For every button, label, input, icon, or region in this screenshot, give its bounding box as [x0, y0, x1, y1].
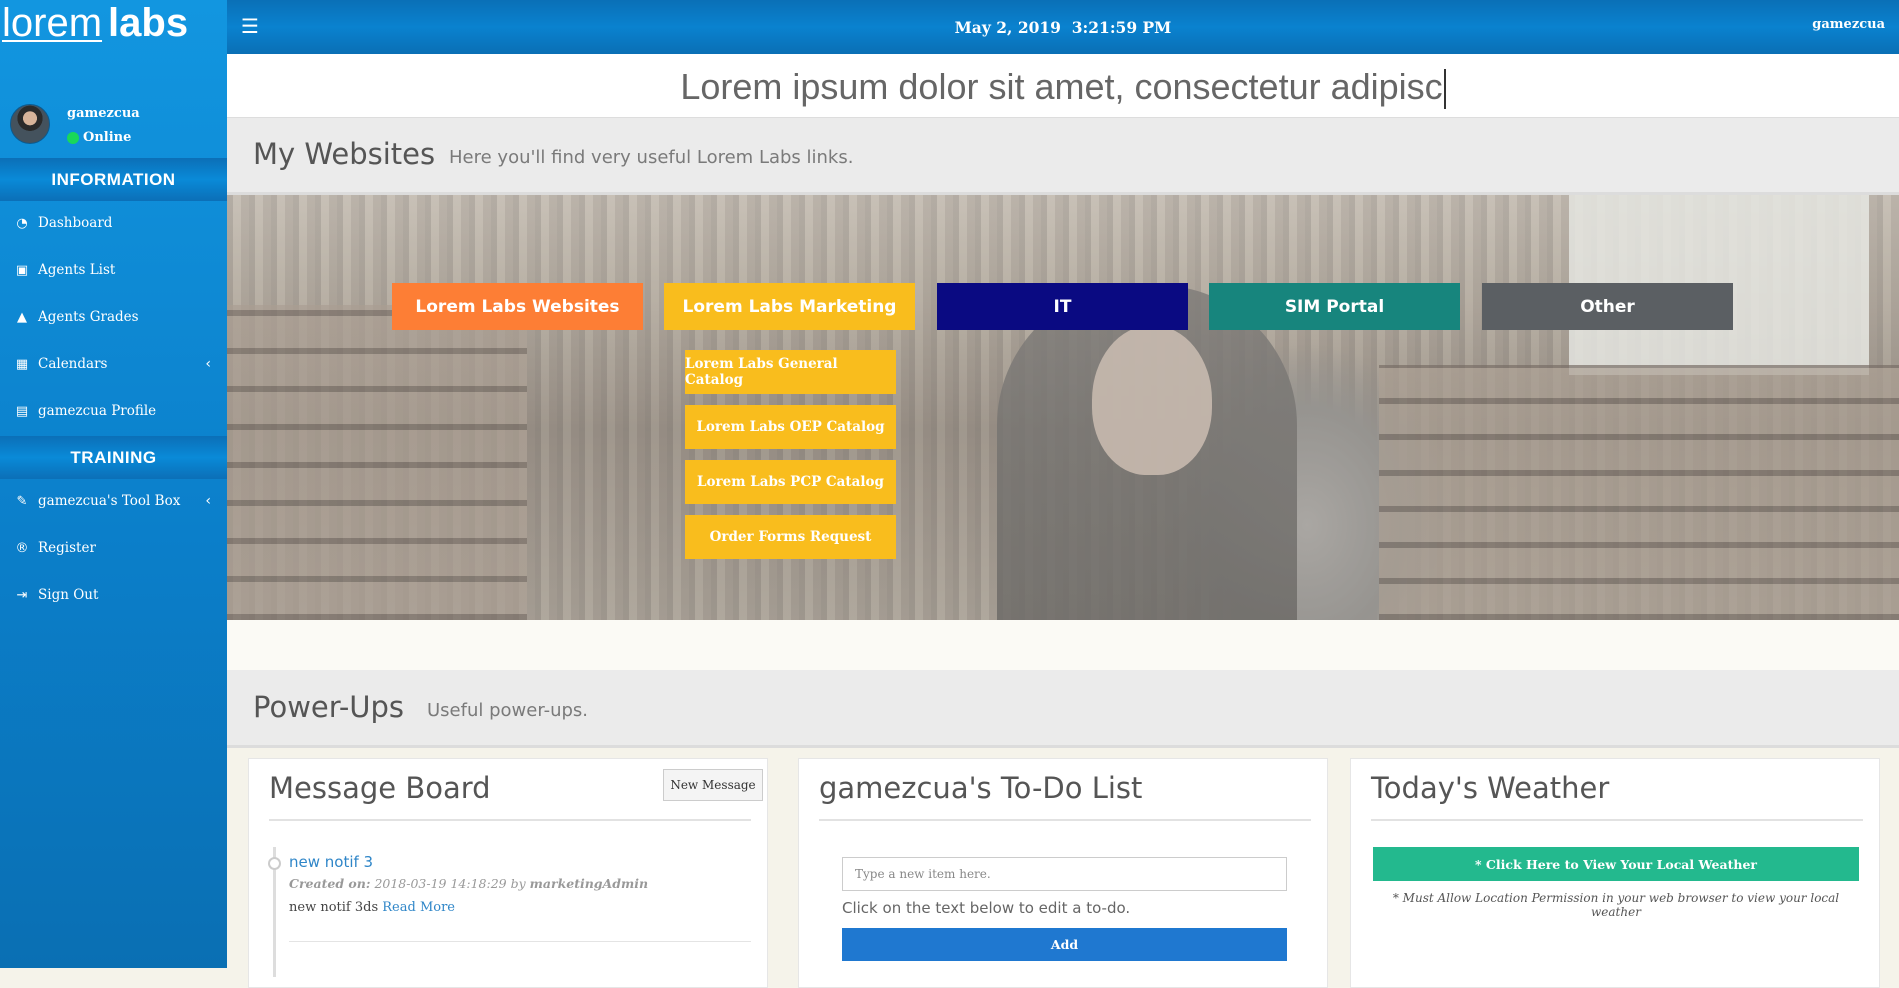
category-label: Lorem Labs Websites [415, 296, 620, 317]
graduation-cap-icon: ▲ [17, 309, 27, 325]
message-board-card: Message Board New Message new notif 3 Cr… [248, 758, 768, 988]
divider [289, 941, 751, 942]
top-bar: ☰ May 2, 2019 3:21:59 PM gamezcua [227, 0, 1899, 54]
logo-text-light: lorem [2, 1, 103, 45]
sidebar-item-label: gamezcua's Tool Box [38, 493, 181, 509]
spacer [227, 620, 1899, 670]
notification-body: new notif 3ds Read More [289, 900, 455, 915]
powerups-subtitle: Useful power-ups. [427, 700, 589, 721]
logo[interactable]: lorem labs [0, 0, 227, 54]
category-label: SIM Portal [1284, 296, 1385, 317]
sidebar-item-label: gamezcua Profile [38, 403, 157, 419]
dashboard-icon: ◔ [16, 215, 28, 231]
registered-icon: ® [15, 540, 29, 556]
sidebar: lorem labs gamezcua Online INFORMATION ◔ D… [0, 0, 227, 968]
category-lorem-labs-marketing[interactable]: Lorem Labs Marketing [664, 283, 915, 330]
sidebar-item-sign-out[interactable]: ⇥ Sign Out [0, 575, 227, 615]
category-it[interactable]: IT [937, 283, 1188, 330]
wrench-icon: ✎ [16, 493, 28, 509]
user-name: gamezcua [67, 106, 140, 121]
sidebar-item-register[interactable]: ® Register [0, 528, 227, 568]
sidebar-item-toolbox[interactable]: ✎ gamezcua's Tool Box ‹ [0, 481, 227, 521]
sidebar-item-label: Agents List [38, 262, 116, 278]
todo-input[interactable]: Type a new item here. [842, 857, 1287, 891]
weather-title: Today's Weather [1371, 771, 1610, 805]
divider [1371, 819, 1863, 821]
sidebar-item-label: Sign Out [38, 587, 99, 603]
notification-text: new notif 3ds [289, 900, 379, 915]
websites-header: My Websites Here you'll find very useful… [227, 118, 1899, 195]
weather-note: * Must Allow Location Permission in your… [1392, 891, 1840, 919]
user-status: Online [67, 130, 131, 145]
created-date: 2018-03-19 14:18:29 [374, 876, 507, 891]
category-label: Other [1580, 296, 1635, 317]
user-panel: gamezcua Online [10, 104, 220, 148]
hero-background-image [227, 195, 1899, 620]
marquee-text: Lorem ipsum dolor sit amet, consectetur … [680, 66, 1443, 107]
category-lorem-labs-websites[interactable]: Lorem Labs Websites [392, 283, 643, 330]
datetime: May 2, 2019 3:21:59 PM [954, 18, 1172, 37]
notification-meta: Created on: 2018-03-19 14:18:29 by marke… [289, 876, 648, 891]
created-label: Created on: [289, 876, 371, 891]
todo-title: gamezcua's To-Do List [819, 771, 1143, 805]
notification-title[interactable]: new notif 3 [289, 853, 373, 871]
hero-bookshelf-right [1379, 365, 1899, 620]
read-more-link[interactable]: Read More [382, 900, 455, 915]
websites-subtitle: Here you'll find very useful Lorem Labs … [449, 147, 854, 168]
sign-out-icon: ⇥ [16, 587, 28, 603]
category-other[interactable]: Other [1482, 283, 1733, 330]
new-message-button[interactable]: New Message [663, 769, 763, 801]
chevron-left-icon: ‹ [205, 493, 211, 509]
sidebar-item-label: Register [38, 540, 96, 556]
online-dot-icon [67, 131, 79, 144]
category-sim-portal[interactable]: SIM Portal [1209, 283, 1460, 330]
view-weather-button[interactable]: * Click Here to View Your Local Weather [1373, 847, 1859, 881]
sidebar-item-calendars[interactable]: ▦ Calendars ‹ [0, 344, 227, 384]
notification-author: marketingAdmin [529, 876, 649, 891]
hero-face [1092, 325, 1212, 475]
id-card-icon: ▤ [15, 403, 29, 419]
sidebar-item-dashboard[interactable]: ◔ Dashboard [0, 203, 227, 243]
timeline-dot-icon [268, 857, 281, 870]
section-header-training: TRAINING [0, 436, 227, 479]
text-caret [1443, 69, 1446, 110]
powerups-header: Power-Ups Useful power-ups. [227, 670, 1899, 748]
calendar-icon: ▦ [15, 356, 29, 372]
category-label: Lorem Labs Marketing [682, 296, 897, 317]
sidebar-item-label: Agents Grades [38, 309, 139, 325]
logo-text-bold: labs [108, 1, 189, 45]
todo-hint: Click on the text below to edit a to-do. [842, 899, 1131, 917]
chevron-left-icon: ‹ [205, 356, 211, 372]
powerups-title: Power-Ups [253, 690, 405, 724]
section-header-information: INFORMATION [0, 158, 227, 201]
divider [819, 819, 1311, 821]
link-oep-catalog[interactable]: Lorem Labs OEP Catalog [685, 405, 896, 449]
avatar [10, 104, 50, 144]
link-general-catalog[interactable]: Lorem Labs General Catalog [685, 350, 896, 394]
sidebar-item-agents-list[interactable]: ▣ Agents List [0, 250, 227, 290]
message-board-title: Message Board [269, 771, 491, 805]
hero-person [997, 285, 1297, 620]
weather-card: Today's Weather * Click Here to View You… [1350, 758, 1880, 988]
add-todo-button[interactable]: Add [842, 928, 1287, 961]
websites-title: My Websites [253, 137, 436, 171]
link-pcp-catalog[interactable]: Lorem Labs PCP Catalog [685, 460, 896, 504]
sidebar-item-agents-grades[interactable]: ▲ Agents Grades [0, 297, 227, 337]
sidebar-item-label: Dashboard [38, 215, 113, 231]
divider [269, 819, 751, 821]
marquee-banner: Lorem ipsum dolor sit amet, consectetur … [227, 54, 1899, 118]
id-badge-icon: ▣ [15, 262, 29, 278]
hero-bookshelf-left [227, 305, 527, 620]
top-user-menu[interactable]: gamezcua [1812, 17, 1885, 32]
by-label: by [510, 876, 526, 891]
todo-card: gamezcua's To-Do List Type a new item he… [798, 758, 1328, 988]
sidebar-item-profile[interactable]: ▤ gamezcua Profile [0, 391, 227, 431]
link-order-forms-request[interactable]: Order Forms Request [685, 515, 896, 559]
status-label: Online [83, 130, 132, 145]
category-label: IT [1053, 296, 1072, 317]
sidebar-item-label: Calendars [38, 356, 108, 372]
